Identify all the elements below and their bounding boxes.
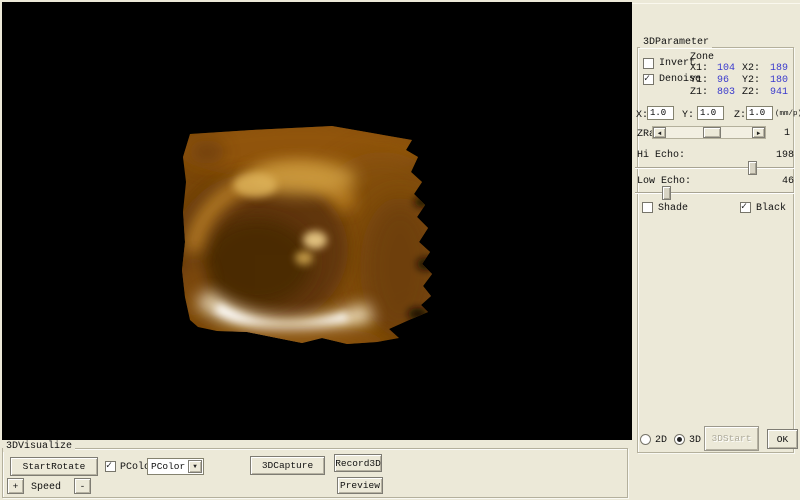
hi-echo-label: Hi Echo: <box>637 150 685 161</box>
low-echo-track[interactable] <box>635 192 794 194</box>
shade-label: Shade <box>658 203 688 214</box>
mode-3d-radio[interactable] <box>674 434 685 445</box>
zone-z2-value: 941 <box>770 87 788 98</box>
ok-button[interactable]: OK <box>767 429 798 449</box>
zone-y2-label: Y2: <box>742 75 760 86</box>
parameter-panel: 3DParameter Invert Denoise Zone X1: 104 … <box>632 0 800 500</box>
mode-2d-radio[interactable] <box>640 434 651 445</box>
scale-unit-label: (mm/p) <box>775 109 800 120</box>
ultrasound-render <box>2 2 632 440</box>
scale-z-label: Z: <box>734 110 746 121</box>
render-viewport[interactable] <box>2 2 632 440</box>
invert-checkbox[interactable] <box>643 58 654 69</box>
speed-minus-button[interactable]: - <box>74 478 91 494</box>
visualize-panel: 3DVisualize StartRotate + Speed - PColor… <box>0 440 632 500</box>
3dstart-button[interactable]: 3DStart <box>704 426 759 451</box>
parameter-groupbox-title: 3DParameter <box>640 37 712 48</box>
start-rotate-button[interactable]: StartRotate <box>10 457 98 476</box>
zrate-value: 1 <box>784 128 790 139</box>
mode-3d-label: 3D <box>689 435 701 446</box>
zone-z1-value: 803 <box>717 87 735 98</box>
pcolor-checkbox[interactable] <box>105 461 116 472</box>
scale-x-input[interactable] <box>647 106 674 120</box>
zrate-right-arrow-icon[interactable]: ► <box>752 127 765 138</box>
visualize-groupbox-title: 3DVisualize <box>3 441 75 452</box>
scale-z-input[interactable] <box>746 106 773 120</box>
zone-y1-label: Y1: <box>690 75 708 86</box>
zrate-scrollbar[interactable]: ◄ ► <box>652 126 766 139</box>
zone-z2-label: Z2: <box>742 87 760 98</box>
zone-x1-value: 104 <box>717 63 735 74</box>
low-echo-slider[interactable] <box>635 186 794 200</box>
speed-plus-button[interactable]: + <box>7 478 24 494</box>
denoise-checkbox[interactable] <box>643 74 654 85</box>
hi-echo-track[interactable] <box>635 167 794 169</box>
preview-button[interactable]: Preview <box>337 477 383 494</box>
pcolor-selected-value: PColor <box>151 461 185 472</box>
shade-checkbox[interactable] <box>642 202 653 213</box>
scale-y-input[interactable] <box>697 106 724 120</box>
hi-echo-value: 198 <box>776 150 794 161</box>
low-echo-thumb[interactable] <box>662 186 671 200</box>
scale-y-label: Y: <box>682 110 694 121</box>
record3d-button[interactable]: Record3D <box>334 454 382 472</box>
zone-x2-value: 189 <box>770 63 788 74</box>
zrate-thumb[interactable] <box>703 127 721 138</box>
zone-y1-value: 96 <box>717 75 729 86</box>
black-label: Black <box>756 203 786 214</box>
application-window: 3DParameter Invert Denoise Zone X1: 104 … <box>0 0 800 500</box>
zrate-left-arrow-icon[interactable]: ◄ <box>653 127 666 138</box>
black-checkbox[interactable] <box>740 202 751 213</box>
zone-x2-label: X2: <box>742 63 760 74</box>
dropdown-arrow-icon[interactable]: ▼ <box>188 460 202 473</box>
zone-y2-value: 180 <box>770 75 788 86</box>
zone-label: Zone <box>690 52 714 63</box>
zone-x1-label: X1: <box>690 63 708 74</box>
mode-2d-label: 2D <box>655 435 667 446</box>
zone-z1-label: Z1: <box>690 87 708 98</box>
hi-echo-thumb[interactable] <box>748 161 757 175</box>
pcolor-select[interactable]: PColor ▼ <box>147 458 204 475</box>
speed-label: Speed <box>31 482 61 493</box>
3dcapture-button[interactable]: 3DCapture <box>250 456 325 475</box>
hi-echo-slider[interactable] <box>635 161 794 175</box>
